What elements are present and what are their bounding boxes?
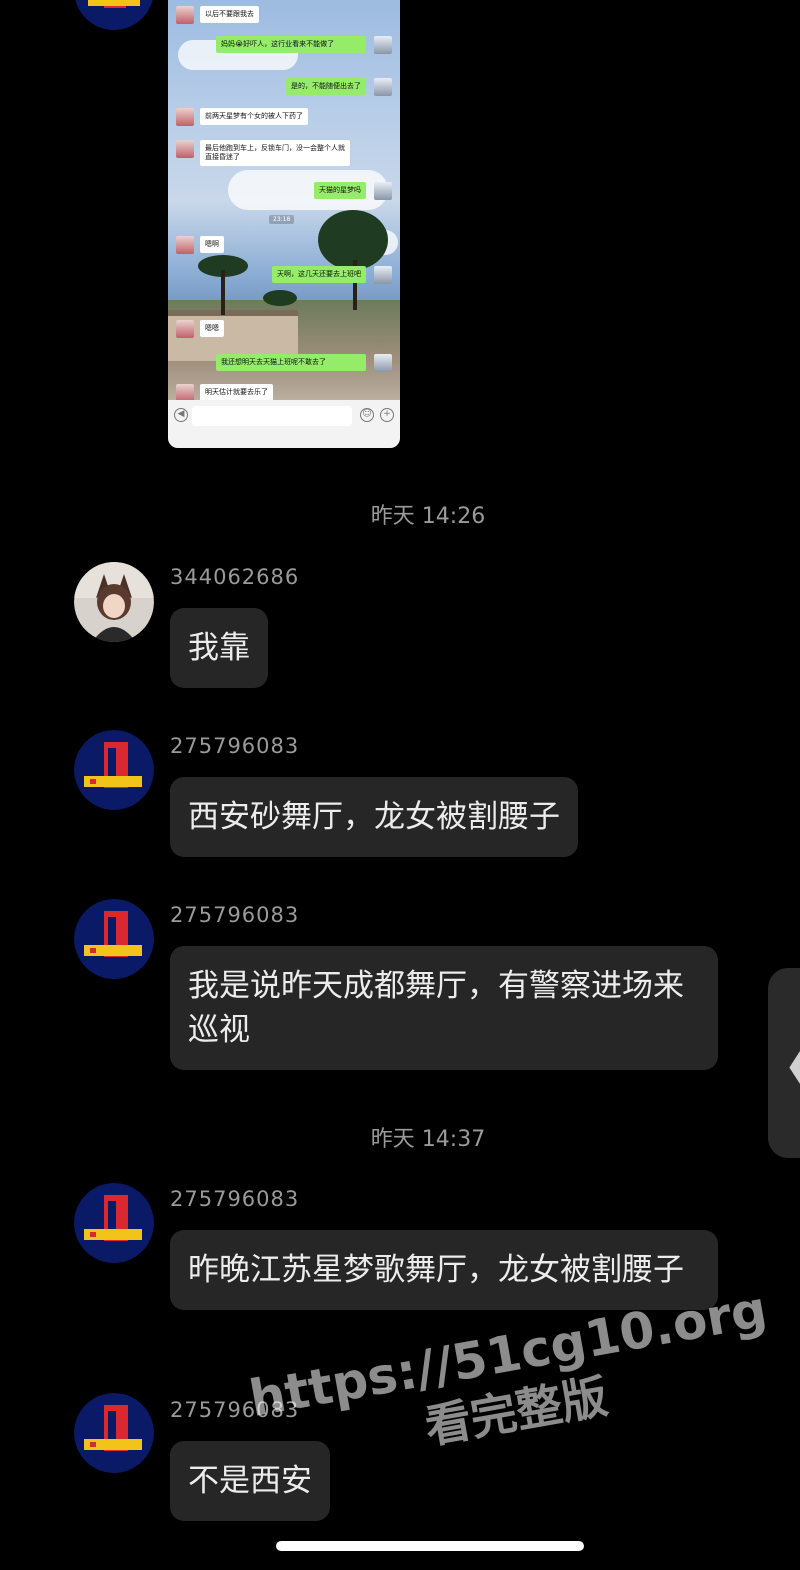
mini-input-bar: ◀ ☺ + <box>168 400 400 448</box>
retro-logo-icon <box>75 0 153 30</box>
mini-message: 天猫的星梦吗 <box>314 182 366 199</box>
avatar[interactable] <box>74 730 154 810</box>
home-indicator[interactable] <box>276 1541 584 1551</box>
retro-logo-icon <box>74 1393 154 1473</box>
mini-message: 最后他跑到车上，反锁车门，没一会整个人就直接昏迷了 <box>200 140 350 166</box>
mini-message: 是的，不能随便出去了 <box>286 78 366 95</box>
sender-name: 344062686 <box>170 565 300 589</box>
sender-name: 275796083 <box>170 903 300 927</box>
time-divider: 昨天 14:26 <box>370 504 486 529</box>
mini-message: 明天估计就要去乐了 <box>200 384 273 401</box>
emoji-icon: ☺ <box>360 408 374 422</box>
watermark: https://51cg10.org 看完整版 <box>245 1280 777 1485</box>
anime-girl-avatar-icon <box>74 562 154 642</box>
avatar[interactable] <box>74 562 154 642</box>
mini-message: 以后不要跟我去 <box>200 6 259 23</box>
plus-icon: + <box>380 408 394 422</box>
sender-name: 275796083 <box>170 1187 300 1211</box>
chat-screen: 以后不要跟我去 妈妈😭好吓人，这行业看来不能做了 是的，不能随便出去了 前两天星… <box>0 0 800 1570</box>
mini-time-divider: 23:18 <box>269 215 295 224</box>
message-bubble[interactable]: 我是说昨天成都舞厅，有警察进场来巡视 <box>170 946 718 1070</box>
retro-logo-icon <box>74 730 154 810</box>
retro-logo-icon <box>74 899 154 979</box>
message-bubble[interactable]: 我靠 <box>170 608 268 688</box>
avatar[interactable] <box>74 1393 154 1473</box>
message-bubble[interactable]: 昨晚江苏星梦歌舞厅，龙女被割腰子 <box>170 1230 718 1310</box>
voice-icon: ◀ <box>174 408 188 422</box>
mini-input-field <box>192 406 352 426</box>
avatar[interactable] <box>74 899 154 979</box>
mini-message: 嗯啊 <box>200 236 224 253</box>
chevron-left-icon: ❮ <box>782 1038 800 1090</box>
mini-message: 妈妈😭好吓人，这行业看来不能做了 <box>216 36 366 53</box>
chat-screenshot-image[interactable]: 以后不要跟我去 妈妈😭好吓人，这行业看来不能做了 是的，不能随便出去了 前两天星… <box>168 0 400 448</box>
mini-message: 嗯嗯 <box>200 320 224 337</box>
sender-name: 275796083 <box>170 734 300 758</box>
mini-message: 天啊，这几天还要去上班吧 <box>272 266 366 283</box>
retro-logo-icon <box>74 1183 154 1263</box>
message-bubble[interactable]: 西安砂舞厅，龙女被割腰子 <box>170 777 578 857</box>
time-divider: 昨天 14:37 <box>370 1127 486 1152</box>
mini-message: 前两天星梦有个女的被人下药了 <box>200 108 308 125</box>
avatar[interactable] <box>74 1183 154 1263</box>
avatar[interactable] <box>74 0 154 30</box>
mini-message: 我还想明天去天猫上班呢不敢去了 <box>216 354 366 371</box>
